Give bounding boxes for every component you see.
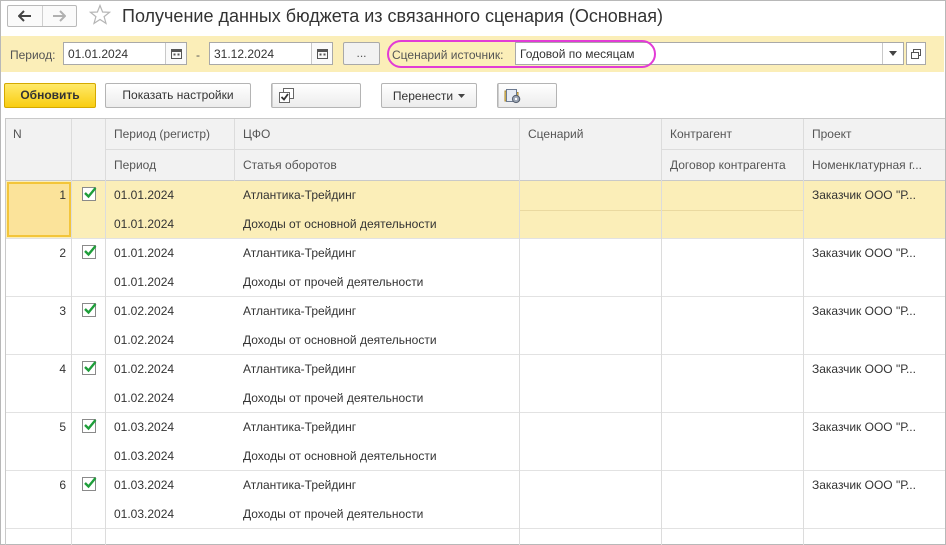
cell-cfo: Атлантика-Трейдинг — [243, 304, 357, 318]
cell-cfo: Атлантика-Трейдинг — [243, 478, 357, 492]
move-button[interactable]: Перенести — [381, 83, 477, 108]
period-to-value: 31.12.2024 — [214, 47, 275, 61]
arrow-right-icon — [53, 10, 67, 22]
back-button[interactable] — [8, 6, 42, 26]
checkmark-icon — [84, 245, 97, 257]
filter-bar: Период: 01.01.2024 - 31.12.2024 ... Сцен… — [1, 36, 944, 72]
navigation-buttons — [7, 5, 77, 27]
cell-turnover-item: Доходы от прочей деятельности — [243, 391, 424, 405]
checkmark-icon — [84, 187, 97, 199]
table-row[interactable]: 2 01.01.2024 01.01.2024 Атлантика-Трейдинг Д… — [6, 239, 945, 297]
open-window-icon — [911, 48, 921, 59]
cell-project: Заказчик ООО "Р... — [812, 362, 916, 376]
data-table[interactable]: N Период (регистр) Период ЦФО Статья обо… — [5, 118, 945, 545]
cell-cfo: Атлантика-Трейдинг — [243, 362, 357, 376]
open-scenario-button[interactable] — [906, 42, 926, 65]
table-row[interactable]: 4 01.02.2024 01.02.2024 Атлантика-Трейдинг Д… — [6, 355, 945, 413]
header-turnover-item[interactable]: Статья оборотов — [243, 158, 337, 172]
checkmark-icon — [84, 303, 97, 315]
select-period-button[interactable]: ... — [343, 42, 380, 65]
cell-turnover-item: Доходы от основной деятельности — [243, 217, 437, 231]
row-checkbox[interactable] — [82, 303, 97, 317]
cell-period-register: 01.02.2024 — [114, 362, 175, 376]
row-checkbox[interactable] — [82, 419, 97, 433]
row-checkbox[interactable] — [82, 477, 97, 491]
header-contract[interactable]: Договор контрагента — [670, 158, 786, 172]
header-nomenclature-group[interactable]: Номенклатурная г... — [812, 158, 944, 172]
header-n[interactable]: N — [13, 127, 22, 141]
cell-period: 01.02.2024 — [114, 391, 175, 405]
row-number: 1 — [59, 188, 66, 202]
settings-buttons-group — [497, 83, 557, 108]
checkmark-icon — [84, 477, 97, 489]
cell-project: Заказчик ООО "Р... — [812, 304, 916, 318]
title-bar: Получение данных бюджета из связанного с… — [0, 0, 946, 34]
period-to-field[interactable]: 31.12.2024 — [209, 42, 333, 65]
cell-period: 01.01.2024 — [114, 275, 175, 289]
table-row[interactable]: 5 01.03.2024 01.03.2024 Атлантика-Трейдинг Д… — [6, 413, 945, 471]
settings-gear-icon — [506, 88, 521, 103]
cell-turnover-item: Доходы от основной деятельности — [243, 449, 437, 463]
arrow-left-icon — [17, 10, 31, 22]
page-title: Получение данных бюджета из связанного с… — [122, 6, 664, 26]
cell-project: Заказчик ООО "Р... — [812, 420, 916, 434]
cell-cfo: Атлантика-Трейдинг — [243, 420, 357, 434]
period-from-field[interactable]: 01.01.2024 — [63, 42, 187, 65]
header-counterparty[interactable]: Контрагент — [670, 127, 732, 141]
calendar-icon[interactable] — [311, 43, 332, 64]
show-settings-button[interactable]: Показать настройки — [105, 83, 251, 108]
cell-cfo: Атлантика-Трейдинг — [243, 246, 357, 260]
cell-period-register: 01.01.2024 — [114, 188, 175, 202]
header-period[interactable]: Период — [114, 158, 156, 172]
header-period-register[interactable]: Период (регистр) — [114, 127, 210, 141]
row-checkbox[interactable] — [82, 245, 97, 259]
cell-period: 01.02.2024 — [114, 333, 175, 347]
check-buttons-group — [271, 83, 361, 108]
checkmark-icon — [84, 361, 97, 373]
cell-cfo: Атлантика-Трейдинг — [243, 188, 357, 202]
period-label: Период: — [10, 48, 56, 62]
cell-period-register: 01.03.2024 — [114, 420, 175, 434]
star-icon[interactable] — [89, 4, 111, 26]
row-number: 6 — [59, 478, 66, 492]
period-from-value: 01.01.2024 — [68, 47, 129, 61]
refresh-button[interactable]: Обновить — [4, 83, 96, 108]
row-checkbox[interactable] — [82, 361, 97, 375]
header-scenario[interactable]: Сценарий — [528, 127, 583, 141]
header-project[interactable]: Проект — [812, 127, 852, 141]
chevron-down-icon — [458, 93, 466, 98]
row-number: 2 — [59, 246, 66, 260]
cell-turnover-item: Доходы от прочей деятельности — [243, 275, 424, 289]
cell-period-register: 01.02.2024 — [114, 304, 175, 318]
table-row[interactable]: 1 01.01.2024 01.01.2024 Атлантика-Трейдинг Д… — [6, 181, 945, 239]
header-cfo[interactable]: ЦФО — [243, 127, 270, 141]
cell-period-register: 01.03.2024 — [114, 478, 175, 492]
table-row[interactable]: 3 01.02.2024 01.02.2024 Атлантика-Трейдинг Д… — [6, 297, 945, 355]
checkmark-icon — [84, 419, 97, 431]
table-header: N Период (регистр) Период ЦФО Статья обо… — [6, 119, 945, 181]
row-number: 5 — [59, 420, 66, 434]
row-checkbox[interactable] — [82, 187, 97, 201]
cell-period: 01.03.2024 — [114, 507, 175, 521]
move-button-label: Перенести — [392, 88, 454, 103]
cell-project: Заказчик ООО "Р... — [812, 246, 916, 260]
invert-check-button[interactable] — [272, 84, 301, 107]
row-number: 4 — [59, 362, 66, 376]
cell-project: Заказчик ООО "Р... — [812, 188, 916, 202]
cell-period: 01.01.2024 — [114, 217, 175, 231]
form-settings-button[interactable] — [498, 84, 527, 107]
scenario-highlight-annotation — [387, 40, 656, 68]
table-row[interactable]: 6 01.03.2024 01.03.2024 Атлантика-Трейдинг Д… — [6, 471, 945, 529]
cell-period-register: 01.01.2024 — [114, 246, 175, 260]
forward-button[interactable] — [41, 6, 77, 26]
cell-period: 01.03.2024 — [114, 449, 175, 463]
cell-turnover-item: Доходы от основной деятельности — [243, 333, 437, 347]
cell-turnover-item: Доходы от прочей деятельности — [243, 507, 424, 521]
chevron-down-icon[interactable] — [882, 43, 903, 64]
row-number: 3 — [59, 304, 66, 318]
calendar-icon[interactable] — [165, 43, 186, 64]
cell-project: Заказчик ООО "Р... — [812, 478, 916, 492]
period-separator: - — [196, 48, 200, 62]
invert-check-icon — [279, 87, 294, 103]
